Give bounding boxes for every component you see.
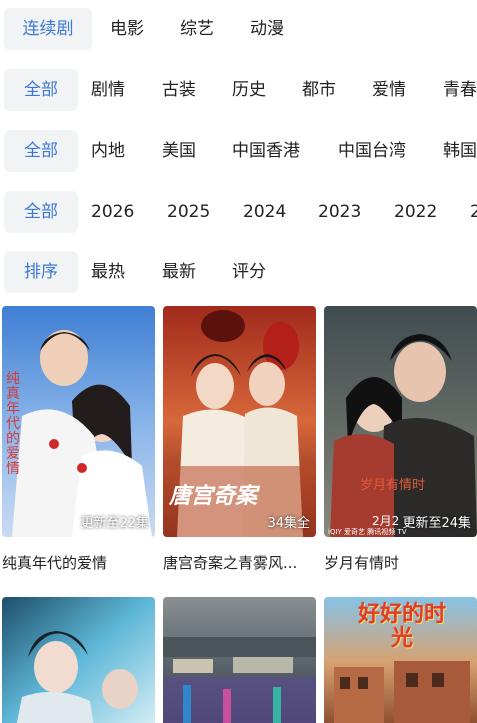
tab-movie[interactable]: 电影: [110, 8, 144, 50]
poster-title-art: 好好的时光: [357, 602, 446, 651]
region-option[interactable]: 内地: [91, 130, 125, 172]
card-title[interactable]: 岁月有情时: [324, 552, 477, 573]
episode-badge: 更新至24集: [402, 516, 471, 531]
poster-image[interactable]: 好好的时光: [324, 597, 477, 723]
year-option[interactable]: 2023: [318, 191, 361, 233]
sort-option-new[interactable]: 最新: [162, 251, 196, 293]
episode-badge: 更新至22集: [80, 516, 149, 531]
tab-variety[interactable]: 综艺: [180, 8, 214, 50]
region-option[interactable]: 美国: [162, 130, 196, 172]
genre-option[interactable]: 历史: [232, 69, 266, 111]
tab-anime[interactable]: 动漫: [250, 8, 284, 50]
year-option[interactable]: 2024: [243, 191, 286, 233]
poster-image[interactable]: [2, 597, 155, 723]
category-tabs: 连续剧 电影 综艺 动漫: [0, 8, 477, 52]
year-all-pill[interactable]: 全部: [4, 191, 78, 233]
sort-pill[interactable]: 排序: [4, 251, 78, 293]
genre-option[interactable]: 青春: [443, 69, 477, 111]
year-option[interactable]: 2: [470, 191, 477, 233]
genre-option[interactable]: 爱情: [372, 69, 406, 111]
region-option[interactable]: 中国香港: [232, 130, 300, 172]
sort-filter-row: 排序 最热 最新 评分: [0, 251, 477, 295]
genre-option[interactable]: 都市: [302, 69, 336, 111]
poster-logos: iQIY 爱奇艺 腾讯视频 TV: [328, 528, 407, 536]
card-title[interactable]: 唐宫奇案之青雾风...: [163, 552, 316, 573]
year-option[interactable]: 2025: [167, 191, 210, 233]
genre-filter-row: 全部 剧情 古装 历史 都市 爱情 青春: [0, 69, 477, 113]
genre-all-pill[interactable]: 全部: [4, 69, 78, 111]
genre-option[interactable]: 古装: [162, 69, 196, 111]
region-filter-row: 全部 内地 美国 中国香港 中国台湾 韩国: [0, 130, 477, 174]
region-option[interactable]: 韩国: [443, 130, 477, 172]
region-all-pill[interactable]: 全部: [4, 130, 78, 172]
tab-active[interactable]: 连续剧: [4, 8, 92, 50]
poster-title-art: 纯真年代的爱情: [6, 371, 20, 477]
poster-image[interactable]: 纯真年代的爱情 更新至22集: [2, 306, 155, 537]
card-title[interactable]: 纯真年代的爱情: [2, 552, 155, 573]
poster-image[interactable]: 唐宫奇案 34集全: [163, 306, 316, 537]
poster-image[interactable]: 岁月有情时 2月2 iQIY 爱奇艺 腾讯视频 TV 更新至24集: [324, 306, 477, 537]
poster-title-art: 岁月有情时: [360, 478, 426, 493]
year-option[interactable]: 2026: [91, 191, 134, 233]
poster-title-art: 唐宫奇案: [169, 483, 258, 509]
year-option[interactable]: 2022: [394, 191, 437, 233]
episode-badge: 34集全: [267, 516, 310, 531]
region-option[interactable]: 中国台湾: [338, 130, 406, 172]
genre-option[interactable]: 剧情: [91, 69, 125, 111]
year-filter-row: 全部 2026 2025 2024 2023 2022 2: [0, 191, 477, 235]
sort-option-rating[interactable]: 评分: [232, 251, 266, 293]
sort-option-hot[interactable]: 最热: [91, 251, 125, 293]
poster-image[interactable]: [163, 597, 316, 723]
